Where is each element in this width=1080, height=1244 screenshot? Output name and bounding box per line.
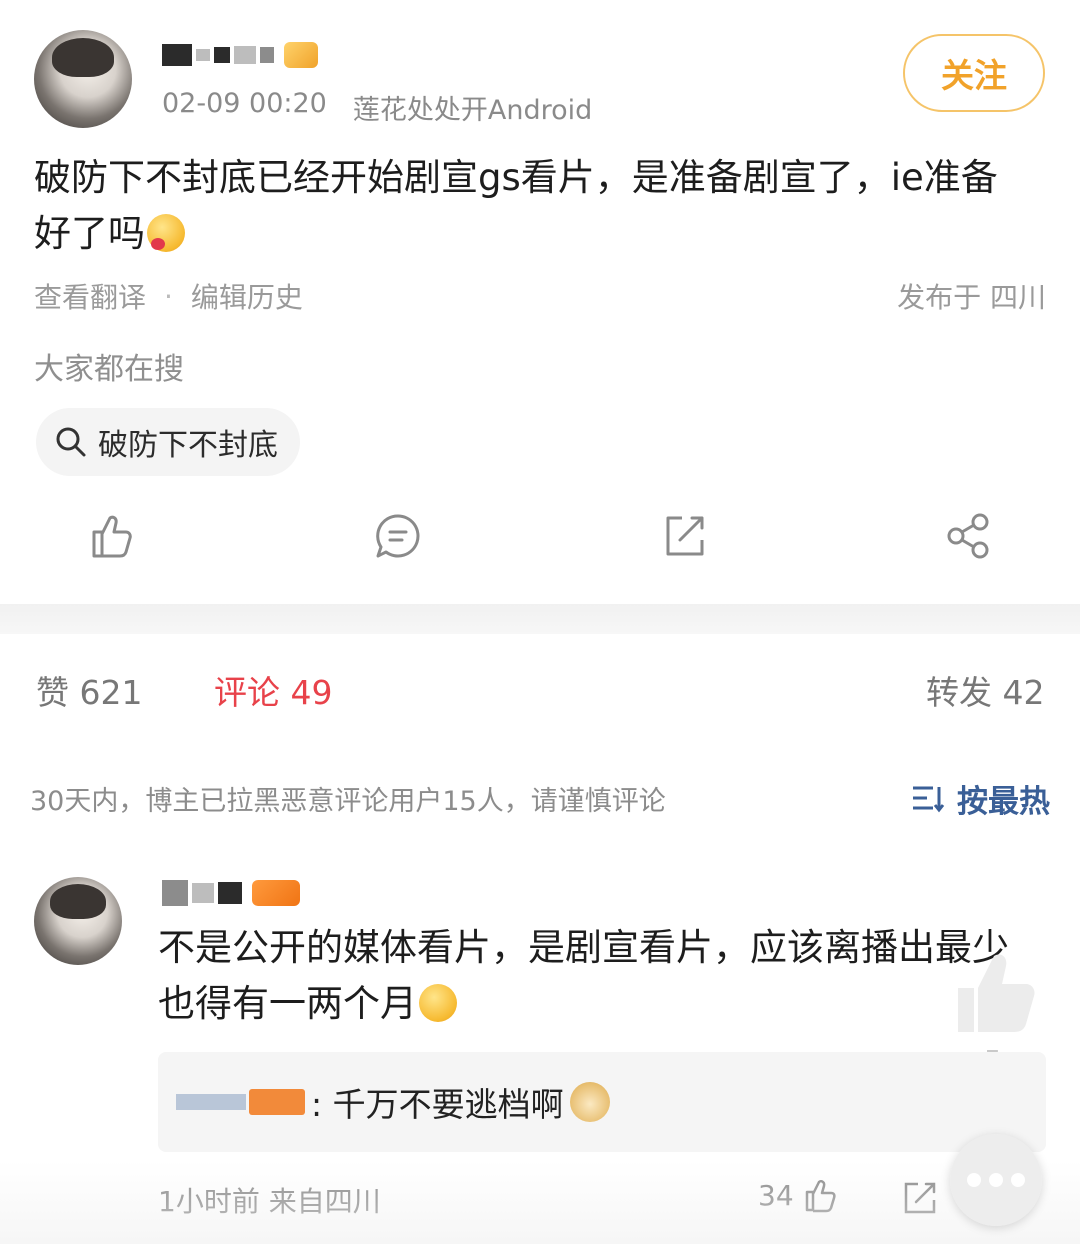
floating-like-icon[interactable] [950, 948, 1046, 1038]
commenter-avatar[interactable] [34, 877, 122, 965]
trending-search-text: 破防下不封底 [98, 428, 278, 463]
comment-share-icon[interactable] [900, 1178, 940, 1218]
sort-label: 按最热 [957, 783, 1050, 820]
reply-author-name[interactable] [176, 1089, 305, 1115]
share-nodes-icon[interactable] [942, 510, 994, 562]
post-timestamp: 02-09 00:20 [162, 88, 327, 119]
tab-reposts[interactable]: 转发 42 [926, 666, 1044, 714]
tab-comments[interactable]: 评论 49 [214, 666, 332, 714]
search-icon [56, 427, 86, 457]
post-location: 发布于 四川 [897, 281, 1046, 314]
doge-emoji-icon [569, 1082, 610, 1122]
comment-bubble-icon[interactable] [372, 510, 424, 562]
blocked-users-notice: 30天内，博主已拉黑恶意评论用户15人，请谨慎评论 [30, 785, 666, 817]
trending-search-chip[interactable]: 破防下不封底 [36, 408, 300, 476]
edit-share-icon[interactable] [658, 510, 710, 562]
follow-button[interactable]: 关注 [903, 34, 1045, 112]
commenter-badge-icon [252, 880, 300, 906]
comment-like-button[interactable]: 34 [758, 1176, 840, 1214]
view-translation-link[interactable]: 查看翻译 [34, 276, 146, 316]
post-action-bar [0, 510, 1080, 580]
sort-icon [913, 786, 945, 813]
vip-badge-icon [284, 42, 318, 68]
blushing-emoji-icon [147, 214, 185, 252]
post-meta: 02-09 00:20 莲花处处开Android [162, 88, 592, 127]
reply-preview[interactable]: : 千万不要逃档啊 [158, 1052, 1046, 1152]
comment-like-count: 34 [758, 1178, 794, 1212]
post-subline: 查看翻译 · 编辑历史 发布于 四川 [34, 276, 1046, 316]
pleading-emoji-icon [419, 984, 457, 1022]
reply-text: : 千万不要逃档啊 [311, 1085, 564, 1124]
sort-hot-button[interactable]: 按最热 [911, 776, 1050, 821]
comment-body: 不是公开的媒体看片，是剧宣看片，应该离播出最少也得有一两个月 [158, 920, 1038, 1032]
post-body: 破防下不封底已经开始剧宣gs看片，是准备剧宣了，ie准备好了吗 [34, 150, 1034, 262]
comment-body-text: 不是公开的媒体看片，是剧宣看片，应该离播出最少也得有一两个月 [158, 926, 1009, 1025]
commenter-name[interactable] [162, 878, 300, 908]
tab-likes[interactable]: 赞 621 [36, 666, 142, 714]
stats-tabs: 赞 621 评论 49 转发 42 [0, 666, 1080, 720]
thumb-up-icon [805, 1179, 836, 1213]
section-divider [0, 604, 1080, 634]
comment-time: 1小时前 来自四川 [158, 1185, 381, 1218]
more-options-button[interactable] [950, 1134, 1042, 1226]
post-author-avatar[interactable] [34, 30, 132, 128]
trending-search-label: 大家都在搜 [34, 352, 184, 387]
weibo-post-page: 02-09 00:20 莲花处处开Android 关注 破防下不封底已经开始剧宣… [0, 0, 1080, 1244]
more-dots-icon [967, 1173, 981, 1187]
post-source: 莲花处处开Android [352, 95, 593, 126]
comment-notice-row: 30天内，博主已拉黑恶意评论用户15人，请谨慎评论 按最热 [30, 776, 1050, 820]
comment-footer: 1小时前 来自四川 34 [158, 1176, 1048, 1220]
post-author-name[interactable] [162, 40, 318, 70]
edit-history-link[interactable]: 编辑历史 [191, 276, 303, 316]
thumb-up-icon[interactable] [86, 510, 138, 562]
separator-dot: · [164, 279, 173, 313]
